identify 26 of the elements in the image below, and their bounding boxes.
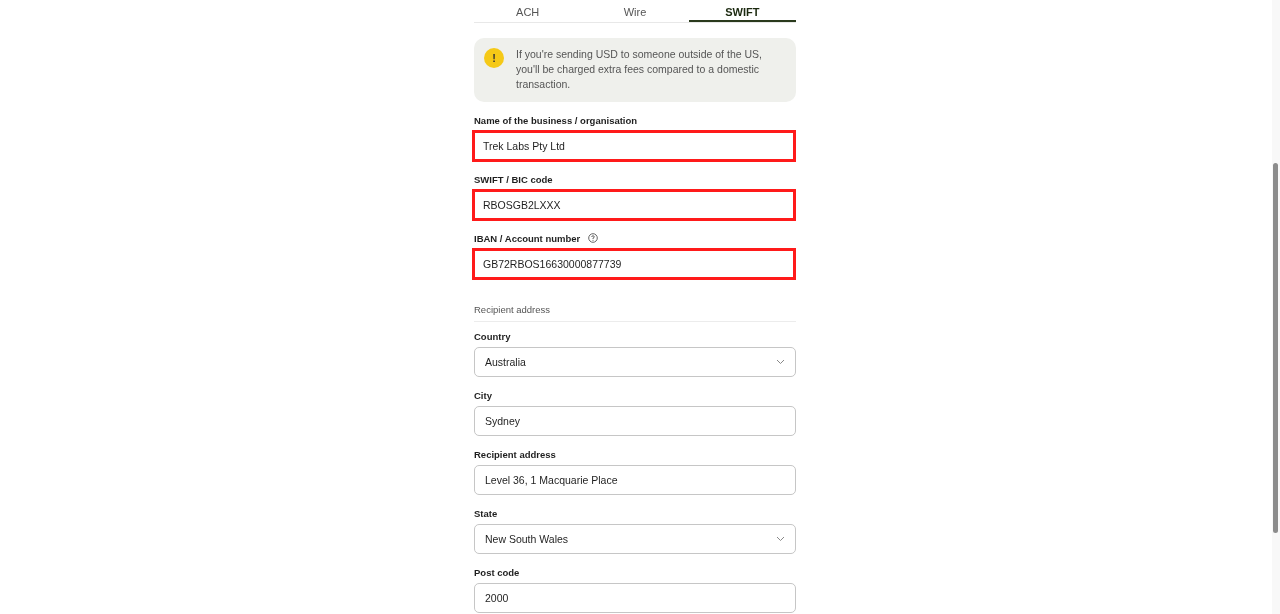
tab[interactable]: ACH (474, 0, 582, 22)
field-label: Recipient address (474, 448, 556, 460)
input-field[interactable]: Trek Labs Pty Ltd (472, 130, 796, 162)
tab[interactable]: SWIFT (688, 0, 796, 22)
input-field[interactable]: 2000 (474, 583, 796, 613)
scrollbar[interactable] (1272, 0, 1280, 614)
help-icon[interactable] (588, 233, 599, 243)
field-label: Post code (474, 566, 520, 578)
chevron-down-icon (776, 536, 785, 542)
section-heading: Recipient address (474, 304, 796, 322)
input-field[interactable]: Level 36, 1 Macquarie Place (474, 465, 796, 495)
dropdown[interactable]: Australia (474, 347, 796, 377)
field-label: SWIFT / BIC code (474, 173, 553, 185)
field-label: City (474, 389, 492, 401)
field-label: Name of the business / organisation (474, 114, 638, 126)
warning-icon: ! (484, 48, 504, 68)
tab[interactable]: Wire (581, 0, 689, 22)
field-label: Country (474, 330, 511, 342)
input-field[interactable]: Sydney (474, 406, 796, 436)
notice-text: If you're sending USD to someone outside of the US, you'll be charged extra fees compared to a domestic transaction. (516, 47, 763, 92)
field-label: State (474, 507, 498, 519)
field-label: IBAN / Account number (474, 232, 581, 244)
dropdown[interactable]: New South Wales (474, 524, 796, 554)
input-field[interactable]: GB72RBOS16630000877739 (472, 248, 796, 280)
input-field[interactable]: RBOSGB2LXXX (472, 189, 796, 221)
chevron-down-icon (776, 359, 785, 365)
